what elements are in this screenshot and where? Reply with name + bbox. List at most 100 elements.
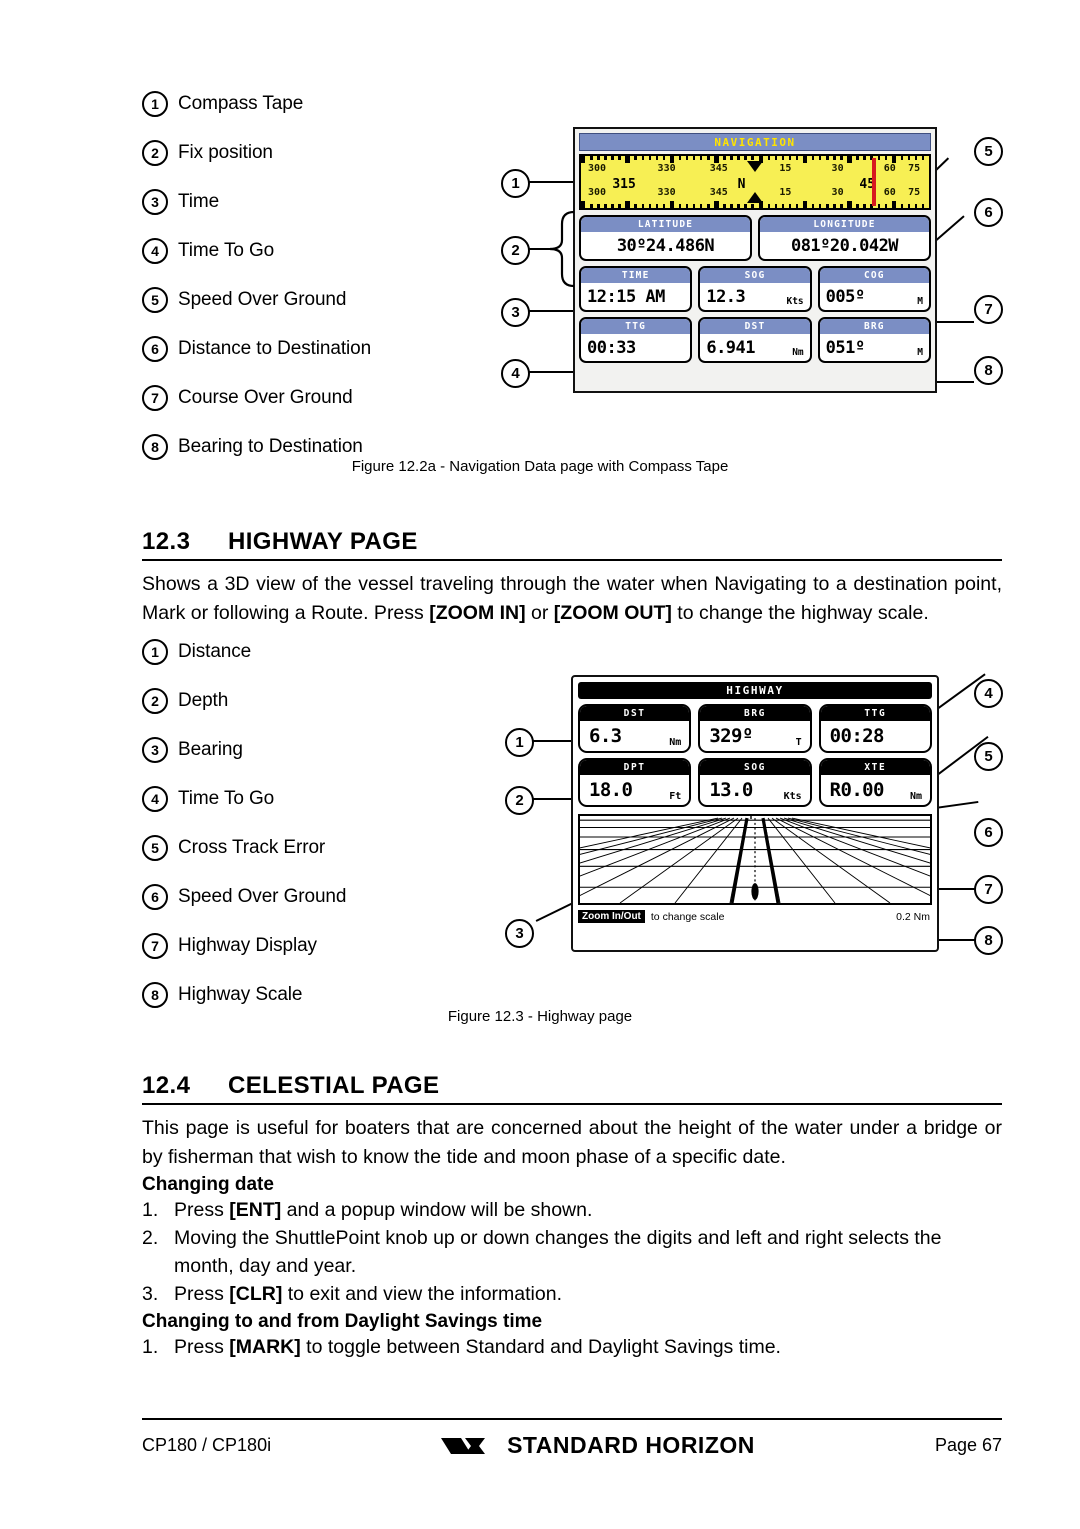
nav-legend-number-6: 6 (142, 335, 168, 362)
nav-fields-row-2: TIME 12:15 AM SOG 12.3 Kts COG 005º M (579, 266, 931, 312)
nav-field-ttg-value: 00:33 (587, 337, 636, 358)
compass-tick (863, 156, 866, 160)
step-2-number: 2. (142, 1227, 159, 1249)
highway-legend-number-4: 4 (142, 785, 168, 812)
highway-field-brg-unit: T (795, 737, 802, 748)
compass-tick (730, 204, 733, 208)
key-zoom-in: [ZOOM IN] (429, 602, 526, 624)
compass-tick (884, 204, 888, 208)
compass-tick (669, 201, 675, 208)
compass-label-75: 75 (908, 187, 921, 198)
highway-legend-number-3: 3 (142, 736, 168, 763)
highway-3d-view (578, 814, 932, 905)
compass-tick (802, 156, 808, 163)
key-zoom-out: [ZOOM OUT] (553, 602, 672, 624)
section-celestial: 12.4 CELESTIAL PAGE This page is useful … (142, 1072, 1002, 1361)
hw-marker-2: 2 (505, 786, 534, 815)
compass-tick (877, 204, 880, 208)
compass-label-300: 300 (587, 163, 607, 174)
step-1: 1. Press [ENT] and a popup window will b… (142, 1196, 1002, 1224)
highway-field-dpt-value: 18.0 (589, 779, 633, 801)
key-clr: [CLR] (229, 1283, 283, 1305)
highway-legend-number-8: 8 (142, 981, 168, 1008)
standard-horizon-logo-icon (441, 1437, 486, 1454)
hw-marker-5: 5 (974, 742, 1003, 771)
compass-tick (611, 204, 614, 208)
key-ent: [ENT] (229, 1199, 282, 1221)
section-celestial-title: CELESTIAL PAGE (228, 1072, 440, 1099)
nav-field-ttg-label: TTG (581, 319, 691, 334)
nav-marker-3: 3 (501, 298, 530, 327)
highway-legend-row-3: 3 Bearing (142, 725, 346, 774)
nav-field-brg-unit: M (917, 347, 923, 358)
highway-field-dpt-unit: Ft (669, 791, 682, 802)
nav-marker-8: 8 (974, 356, 1003, 385)
nav-field-time: TIME 12:15 AM (579, 266, 693, 312)
hw-marker-1: 1 (505, 728, 534, 757)
compass-tick (840, 204, 843, 208)
compass-tick (618, 156, 621, 160)
compass-heading-marker (871, 158, 876, 206)
compass-tick (625, 201, 630, 208)
highway-legend-row-6: 6 Speed Over Ground (142, 872, 346, 921)
footer-divider (142, 1418, 1002, 1420)
highway-legend-row-4: 4 Time To Go (142, 774, 346, 823)
compass-pointer-bottom-icon (747, 192, 763, 203)
compass-tick (767, 204, 771, 208)
nav-field-dst-label: DST (700, 319, 810, 334)
compass-tick (900, 204, 904, 208)
compass-tick (811, 204, 815, 208)
compass-tick (604, 204, 607, 208)
step-1-number: 1. (142, 1199, 159, 1221)
compass-tape: 300 330 345 15 30 60 75 315 N 45 300 330 345 15 30 60… (579, 154, 931, 210)
compass-tick (788, 204, 792, 208)
highway-field-sog-value: 13.0 (709, 779, 753, 801)
compass-tick (847, 201, 852, 208)
compass-tick (634, 156, 637, 160)
nav-figure-caption: Figure 12.2a - Navigation Data page with… (351, 458, 729, 475)
nav-legend-label-7: Course Over Ground (178, 386, 353, 408)
nav-field-dst-value: 6.941 (706, 337, 756, 358)
compass-label-15: 15 (779, 187, 792, 198)
compass-tick (611, 156, 614, 160)
nav-field-sog-value: 12.3 (706, 286, 746, 307)
nav-legend-number-7: 7 (142, 384, 168, 411)
compass-tick (891, 156, 897, 163)
compass-tick (700, 204, 703, 208)
nav-legend-list: 1 Compass Tape 2 Fix position 3 Time 4 Time To … (142, 79, 371, 471)
compass-tick (641, 156, 644, 160)
compass-tick (751, 204, 754, 208)
highway-legend-label-6: Speed Over Ground (178, 885, 347, 907)
footer-brand: STANDARD HORIZON (372, 1432, 822, 1459)
highway-legend-list: 1 Distance 2 Depth 3 Bearing 4 Time To Go 5 Cross… (142, 627, 346, 1019)
compass-tick (714, 156, 719, 163)
compass-tick (751, 156, 754, 160)
hw-marker-6: 6 (974, 818, 1003, 847)
compass-tick (669, 156, 675, 163)
nav-field-dst: DST 6.941 Nm (698, 317, 812, 363)
compass-tick (648, 204, 652, 208)
highway-legend-label-5: Cross Track Error (178, 836, 326, 858)
highway-field-brg: BRG 329º T (698, 704, 812, 753)
highway-field-xte-unit: Nm (909, 791, 922, 802)
compass-tick (692, 156, 696, 160)
nav-marker-6: 6 (974, 198, 1003, 227)
highway-legend-label-7: Highway Display (178, 934, 317, 956)
step-2: 2. Moving the ShuttlePoint knob up or do… (142, 1224, 1002, 1280)
compass-tick (774, 156, 778, 160)
compass-tick (581, 156, 586, 163)
zoom-in-out-button[interactable]: Zoom In/Out (578, 910, 645, 923)
highway-figure-caption: Figure 12.3 - Highway page (447, 1008, 633, 1025)
compass-tick (863, 204, 866, 208)
nav-field-ttg: TTG 00:33 (579, 317, 693, 363)
nav-field-time-value: 12:15 AM (587, 286, 665, 307)
highway-field-brg-value: 329º (709, 725, 753, 747)
highway-legend-label-4: Time To Go (178, 787, 275, 809)
section-highway-paragraph: Shows a 3D view of the vessel traveling … (142, 570, 1002, 628)
highway-legend-label-1: Distance (178, 640, 252, 662)
section-celestial-number: 12.4 (142, 1072, 191, 1099)
footer-page-number: Page 67 (934, 1435, 1002, 1455)
highway-fields-row-2: DPT 18.0 Ft SOG 13.0 Kts XTE R0.00 Nm (578, 758, 932, 807)
navigation-device-screenshot: NAVIGATION 300 330 345 15 30 60 75 315 N 45 300 3… (573, 127, 937, 393)
highway-legend-label-2: Depth (178, 689, 229, 711)
